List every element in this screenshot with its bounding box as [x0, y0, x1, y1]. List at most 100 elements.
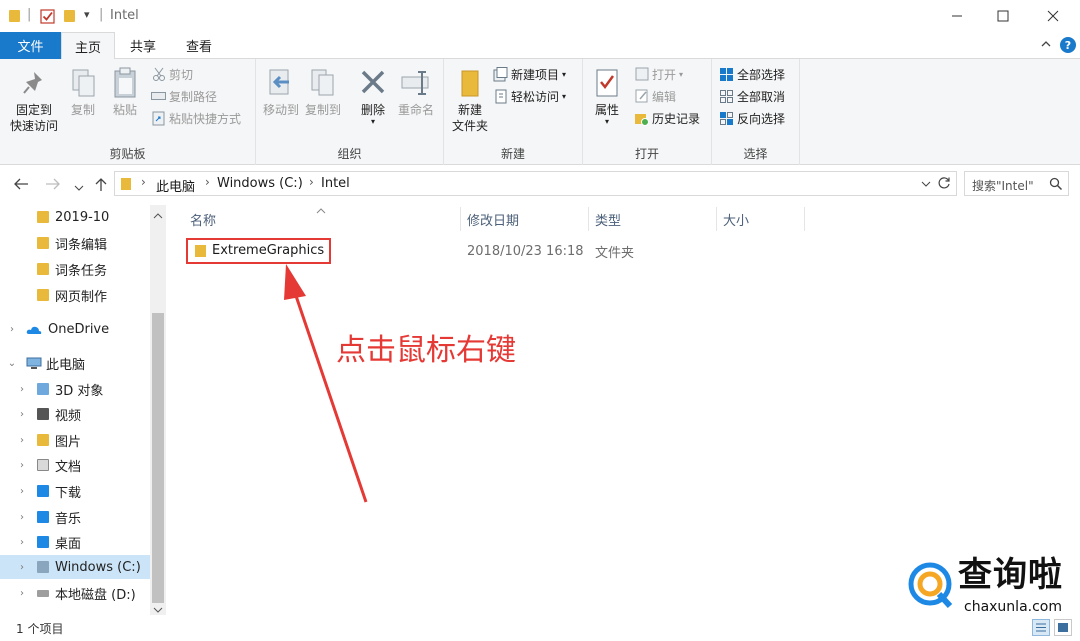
collapse-ribbon-icon[interactable] [1040, 38, 1052, 53]
chevron-right-icon[interactable]: › [16, 435, 28, 446]
open-icon [634, 67, 649, 82]
drive-icon [37, 561, 49, 573]
invert-selection-icon [719, 111, 734, 126]
new-folder-button[interactable]: 新建 文件夹 [448, 67, 492, 134]
maximize-button[interactable] [980, 0, 1026, 32]
qat-dropdown-icon[interactable]: ▾ [84, 8, 90, 21]
tab-share[interactable]: 共享 [117, 32, 169, 59]
tab-view[interactable]: 查看 [172, 32, 226, 59]
clipboard-group: 固定到 快速访问 复制 粘贴 剪切 复制路径 粘贴快捷方式 剪贴板 [0, 59, 256, 165]
folder-icon [37, 211, 49, 223]
column-divider[interactable] [588, 207, 589, 231]
column-header-type[interactable]: 类型 [595, 207, 715, 231]
file-name[interactable]: ExtremeGraphics [212, 243, 324, 258]
paste-button[interactable]: 粘贴 [106, 67, 144, 118]
scroll-up-icon[interactable] [153, 209, 163, 223]
chevron-right-icon[interactable]: › [16, 409, 28, 420]
select-none-button[interactable]: 全部取消 [719, 86, 785, 106]
nav-item-label: OneDrive [48, 321, 110, 337]
rename-button[interactable]: 重命名 [394, 67, 438, 118]
nav-item-onedrive[interactable]: › OneDrive [0, 317, 150, 341]
forward-arrow-icon[interactable] [45, 177, 61, 195]
scissors-icon [151, 67, 166, 82]
nav-item-3d-objects[interactable]: › 3D 对象 [0, 377, 150, 401]
edit-button[interactable]: 编辑 [634, 86, 676, 106]
close-button[interactable] [1030, 0, 1076, 32]
help-icon[interactable]: ? [1060, 37, 1076, 53]
invert-selection-button[interactable]: 反向选择 [719, 108, 785, 128]
delete-button[interactable]: 删除 ▾ [354, 67, 392, 126]
scroll-thumb[interactable] [152, 313, 164, 603]
drive-icon [37, 589, 49, 597]
address-dropdown-icon[interactable] [921, 178, 931, 192]
copy-to-button[interactable]: 复制到 [302, 67, 344, 118]
select-all-icon [719, 67, 734, 82]
cut-button[interactable]: 剪切 [151, 64, 193, 84]
documents-icon [37, 459, 49, 471]
nav-item-windows-c[interactable]: › Windows (C:) [0, 555, 150, 579]
select-all-button[interactable]: 全部选择 [719, 64, 785, 84]
column-divider[interactable] [804, 207, 805, 231]
large-icons-view-icon[interactable] [1054, 619, 1072, 636]
nav-scrollbar[interactable] [150, 205, 166, 615]
chevron-down-icon[interactable]: ⌄ [6, 358, 18, 369]
easy-access-button[interactable]: 轻松访问 ▾ [493, 86, 566, 106]
organize-group-label: 组织 [337, 147, 362, 161]
nav-item-entry-edit[interactable]: 词条编辑 [0, 231, 150, 255]
new-item-button[interactable]: 新建项目 ▾ [493, 64, 566, 84]
search-input[interactable]: 搜索"Intel" [964, 171, 1069, 196]
column-header-date[interactable]: 修改日期 [467, 207, 587, 231]
ribbon-tabs: 文件 主页 共享 查看 ? [0, 32, 1080, 60]
column-header-size[interactable]: 大小 [723, 207, 803, 231]
move-to-button[interactable]: 移动到 [260, 67, 302, 118]
nav-item-pictures[interactable]: › 图片 [0, 428, 150, 452]
properties-dropdown-icon: ▾ [604, 117, 609, 126]
history-button[interactable]: 历史记录 [634, 108, 700, 128]
nav-item-entry-task[interactable]: 词条任务 [0, 257, 150, 281]
breadcrumb-intel[interactable]: Intel [321, 176, 350, 191]
copy-button[interactable]: 复制 [64, 67, 102, 118]
new-folder-qat-icon[interactable] [64, 10, 75, 22]
pin-quick-access-button[interactable]: 固定到 快速访问 [6, 67, 62, 134]
chevron-right-icon[interactable]: › [16, 588, 28, 599]
chevron-right-icon[interactable]: › [16, 486, 28, 497]
chevron-right-icon[interactable]: › [16, 384, 28, 395]
column-divider[interactable] [716, 207, 717, 231]
search-icon[interactable] [1049, 177, 1063, 194]
column-header-name[interactable]: 名称 [190, 207, 460, 231]
tab-file[interactable]: 文件 [0, 32, 61, 59]
back-arrow-icon[interactable] [13, 177, 29, 195]
nav-item-2019-10[interactable]: 2019-10 [0, 205, 150, 229]
up-arrow-icon[interactable] [94, 177, 108, 196]
minimize-button[interactable] [934, 0, 980, 32]
nav-item-web-design[interactable]: 网页制作 [0, 283, 150, 307]
properties-check-icon[interactable] [40, 8, 56, 24]
nav-item-documents[interactable]: › 文档 [0, 453, 150, 477]
recent-locations-icon[interactable] [74, 179, 84, 197]
properties-button[interactable]: 属性 ▾ [589, 67, 625, 126]
nav-item-local-disk-d[interactable]: › 本地磁盘 (D:) [0, 581, 150, 605]
history-label: 历史记录 [652, 111, 701, 126]
chevron-right-icon[interactable]: › [6, 324, 18, 335]
breadcrumb-windows-c[interactable]: Windows (C:) [217, 176, 303, 191]
chevron-right-icon[interactable]: › [16, 460, 28, 471]
open-button[interactable]: 打开 ▾ [634, 64, 683, 84]
chevron-right-icon[interactable]: › [16, 512, 28, 523]
paste-shortcut-button[interactable]: 粘贴快捷方式 [151, 108, 241, 128]
breadcrumb-this-pc[interactable]: 此电脑 [156, 176, 195, 195]
chevron-right-icon[interactable]: › [16, 562, 28, 573]
copy-path-button[interactable]: 复制路径 [151, 86, 217, 106]
move-to-icon [266, 67, 296, 99]
properties-label: 属性 [594, 103, 619, 117]
nav-item-videos[interactable]: › 视频 [0, 402, 150, 426]
details-view-icon[interactable] [1032, 619, 1050, 636]
nav-item-music[interactable]: › 音乐 [0, 505, 150, 529]
chevron-right-icon[interactable]: › [16, 537, 28, 548]
tab-home[interactable]: 主页 [61, 32, 115, 60]
column-divider[interactable] [460, 207, 461, 231]
refresh-icon[interactable] [937, 176, 951, 193]
nav-item-downloads[interactable]: › 下载 [0, 479, 150, 503]
nav-item-this-pc[interactable]: ⌄ 此电脑 [0, 351, 150, 375]
address-path-field[interactable]: › 此电脑 › Windows (C:) › Intel [114, 171, 957, 196]
nav-item-desktop[interactable]: › 桌面 [0, 530, 150, 554]
